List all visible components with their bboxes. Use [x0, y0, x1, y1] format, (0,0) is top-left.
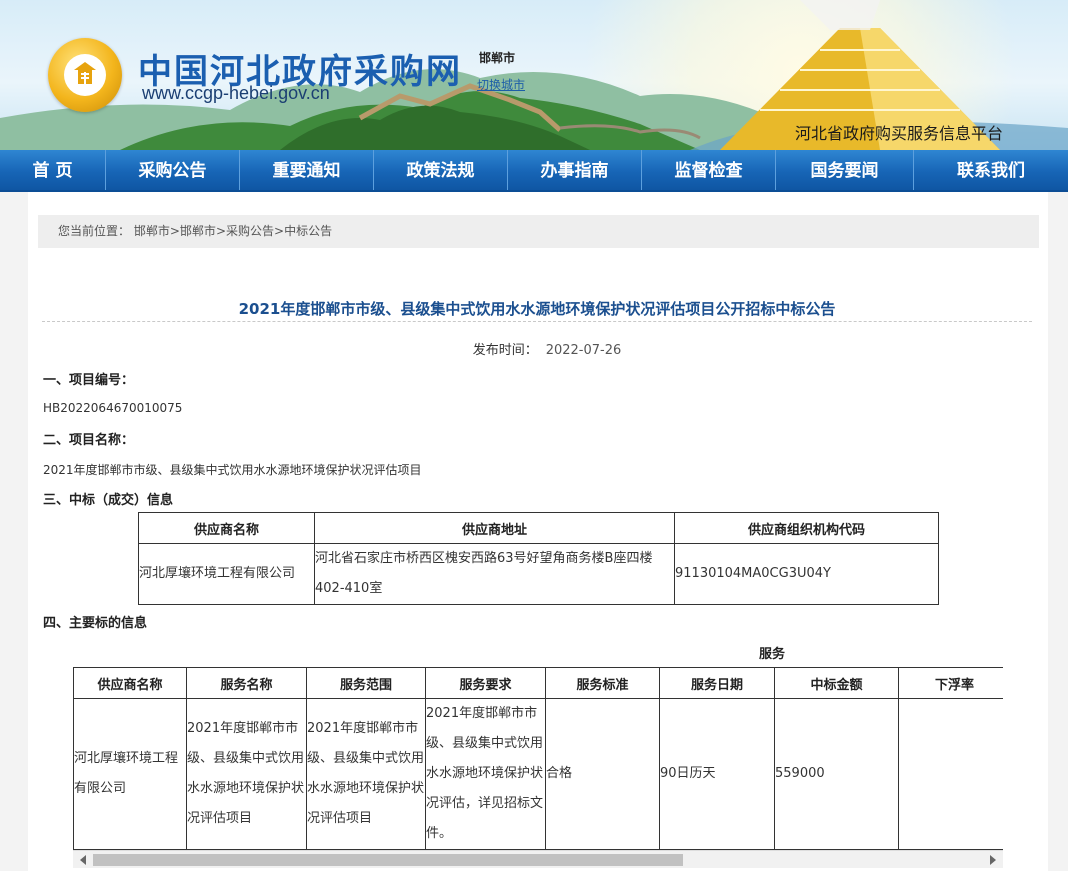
discount-rate-cell	[898, 698, 1003, 850]
main-nav: 首 页 采购公告 重要通知 政策法规 办事指南 监督检查 国务要闻 联系我们	[0, 150, 1068, 192]
title-divider	[42, 321, 1032, 322]
breadcrumb-item-city[interactable]: 邯郸市	[134, 224, 170, 238]
nav-item-procurement-notices[interactable]: 采购公告	[106, 150, 240, 190]
table-header-cell: 下浮率	[898, 667, 1003, 699]
nav-item-contact[interactable]: 联系我们	[914, 150, 1068, 190]
table-row: 河北厚壤环境工程有限公司 河北省石家庄市桥西区槐安西路63号好望角商务楼B座四楼…	[138, 543, 939, 605]
supplier-address-cell: 河北省石家庄市桥西区槐安西路63号好望角商务楼B座四楼402-410室	[314, 543, 675, 605]
table-header-cell: 供应商名称	[73, 667, 187, 699]
scroll-left-arrow-icon[interactable]	[80, 855, 86, 865]
supplier-name-cell: 河北厚壤环境工程有限公司	[138, 543, 315, 605]
table-header-cell: 服务范围	[306, 667, 426, 699]
breadcrumb-prefix: 您当前位置：	[58, 224, 131, 238]
breadcrumb-separator: >	[215, 224, 226, 238]
service-requirement-cell: 2021年度邯郸市市级、县级集中式饮用水水源地环境保护状况评估，详见招标文件。	[425, 698, 546, 850]
table-header-row: 供应商名称 服务名称 服务范围 服务要求 服务标准 服务日期 中标金额 下浮率	[73, 667, 1003, 699]
breadcrumb-item-procurement[interactable]: 采购公告	[226, 224, 274, 238]
table-header-cell: 供应商名称	[138, 512, 315, 544]
current-city: 邯郸市	[479, 51, 516, 65]
breadcrumb-separator: >	[274, 224, 285, 238]
service-name-cell: 2021年度邯郸市市级、县级集中式饮用水水源地环境保护状况评估项目	[186, 698, 307, 850]
service-date-cell: 90日历天	[659, 698, 775, 850]
nav-item-supervision[interactable]: 监督检查	[642, 150, 776, 190]
publish-label: 发布时间：	[472, 343, 538, 358]
nav-item-state-news[interactable]: 国务要闻	[776, 150, 914, 190]
table-header-row: 供应商名称 供应商地址 供应商组织机构代码	[138, 512, 939, 544]
service-table-scroll[interactable]: 供应商名称 服务名称 服务范围 服务要求 服务标准 服务日期 中标金额 下浮率 …	[73, 667, 1003, 850]
switch-city-link[interactable]: 切换城市	[477, 76, 525, 93]
table-header-cell: 服务要求	[425, 667, 546, 699]
section-project-number-heading: 一、项目编号：	[43, 373, 135, 388]
site-logo[interactable]	[48, 38, 122, 112]
platform-name: 河北省政府购买服务信息平台	[795, 124, 1004, 143]
table-header-cell: 中标金额	[774, 667, 899, 699]
publish-time: 发布时间： 2022-07-26	[42, 339, 1052, 358]
service-scope-cell: 2021年度邯郸市市级、县级集中式饮用水水源地环境保护状况评估项目	[306, 698, 426, 850]
supplier-name-cell: 河北厚壤环境工程有限公司	[73, 698, 187, 850]
horizontal-scrollbar[interactable]	[73, 850, 1003, 868]
site-url: www.ccgp-hebei.gov.cn	[142, 83, 330, 103]
project-number: HB2022064670010075	[43, 401, 183, 415]
service-group-label: 服务	[759, 647, 786, 662]
section-award-info-heading: 三、中标（成交）信息	[43, 493, 174, 508]
scrollbar-thumb[interactable]	[93, 854, 683, 866]
service-standard-cell: 合格	[545, 698, 660, 850]
table-header-cell: 服务标准	[545, 667, 660, 699]
nav-item-home[interactable]: 首 页	[0, 150, 106, 190]
award-amount-cell: 559000	[774, 698, 899, 850]
section-main-subject-heading: 四、主要标的信息	[43, 616, 148, 631]
project-name: 2021年度邯郸市市级、县级集中式饮用水水源地环境保护状况评估项目	[43, 463, 422, 477]
breadcrumb-item-city-2[interactable]: 邯郸市	[180, 224, 216, 238]
table-row: 河北厚壤环境工程有限公司 2021年度邯郸市市级、县级集中式饮用水水源地环境保护…	[73, 698, 1003, 850]
publish-date: 2022-07-26	[545, 343, 622, 358]
breadcrumb-separator: >	[169, 224, 180, 238]
table-header-cell: 服务日期	[659, 667, 775, 699]
nav-item-policies[interactable]: 政策法规	[374, 150, 508, 190]
table-header-cell: 服务名称	[186, 667, 307, 699]
nav-item-important-notices[interactable]: 重要通知	[240, 150, 374, 190]
supplier-code-cell: 91130104MA0CG3U04Y	[674, 543, 939, 605]
breadcrumb-item-award-notice[interactable]: 中标公告	[284, 224, 332, 238]
table-header-cell: 供应商地址	[314, 512, 675, 544]
section-project-name-heading: 二、项目名称：	[43, 433, 135, 448]
service-table: 供应商名称 服务名称 服务范围 服务要求 服务标准 服务日期 中标金额 下浮率 …	[73, 667, 1003, 850]
winner-table: 供应商名称 供应商地址 供应商组织机构代码 河北厚壤环境工程有限公司 河北省石家…	[138, 512, 939, 605]
table-header-cell: 供应商组织机构代码	[674, 512, 939, 544]
breadcrumb: 您当前位置： 邯郸市>邯郸市>采购公告>中标公告	[38, 215, 1039, 248]
header-banner: 中国河北政府采购网 www.ccgp-hebei.gov.cn 邯郸市 切换城市…	[0, 0, 1068, 150]
scroll-right-arrow-icon[interactable]	[990, 855, 996, 865]
nav-item-guide[interactable]: 办事指南	[508, 150, 642, 190]
notice-title: 2021年度邯郸市市级、县级集中式饮用水水源地环境保护状况评估项目公开招标中标公…	[238, 300, 836, 318]
